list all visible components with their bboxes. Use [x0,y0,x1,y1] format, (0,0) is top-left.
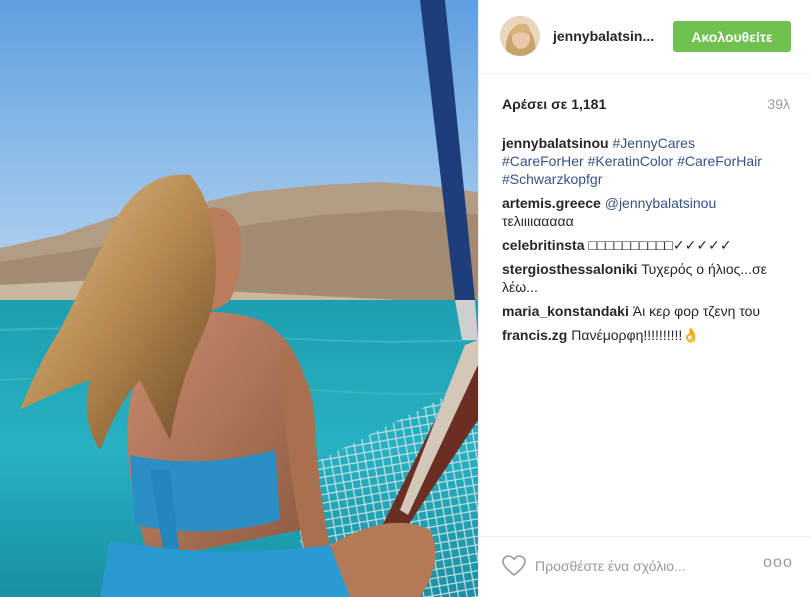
comment-input[interactable] [535,555,755,577]
hashtag[interactable]: #Schwarzkopfgr [502,171,602,187]
comment-text: Άι κερ φορ τζενη του [632,303,761,319]
likes-count[interactable]: Αρέσει σε 1,181 [502,96,606,112]
comment-user[interactable]: artemis.greece [502,195,601,211]
post-side-panel: jennybalatsin... Ακολουθείτε Αρέσει σε 1… [478,0,811,597]
hashtag[interactable]: #CareForHair [677,153,762,169]
heart-icon[interactable] [502,555,526,577]
hashtag[interactable]: #KeratinColor [588,153,674,169]
comment-user[interactable]: celebritinsta [502,237,584,253]
comment: stergiosthessaloniki Τυχερός ο ήλιος...σ… [502,260,792,296]
post-header: jennybalatsin... Ακολουθείτε [479,0,811,74]
comment-text: □□□□□□□□□□✓✓✓✓✓ [588,237,732,253]
hashtag[interactable]: #JennyCares [612,135,695,151]
mention[interactable]: @jennybalatsinou [605,195,717,211]
username[interactable]: jennybalatsin... [553,28,654,44]
post-photo[interactable] [0,0,478,597]
more-options-icon[interactable]: ooo [763,554,793,574]
comment-user[interactable]: maria_konstandaki [502,303,629,319]
comment: artemis.greece @jennybalatsinou τελιιιια… [502,194,792,230]
comment-user[interactable]: jennybalatsinou [502,135,609,151]
likes-row: Αρέσει σε 1,181 39λ [502,96,790,114]
following-button[interactable]: Ακολουθείτε [673,21,791,52]
comment-text: Πανέμορφη!!!!!!!!!!👌 [571,327,700,343]
caption: jennybalatsinou #JennyCares #CareForHer … [502,134,792,188]
comments-list: jennybalatsinou #JennyCares #CareForHer … [502,134,792,350]
avatar[interactable] [500,16,540,56]
post-time[interactable]: 39λ [767,96,790,112]
comment-text: τελιιιιααααα [502,213,574,229]
comment: francis.zg Πανέμορφη!!!!!!!!!!👌 [502,326,792,344]
comment: maria_konstandaki Άι κερ φορ τζενη του [502,302,792,320]
hashtag[interactable]: #CareForHer [502,153,584,169]
comment: celebritinsta □□□□□□□□□□✓✓✓✓✓ [502,236,792,254]
comment-user[interactable]: stergiosthessaloniki [502,261,637,277]
comment-footer: ooo [479,536,811,597]
woman-top [130,450,280,532]
comment-user[interactable]: francis.zg [502,327,567,343]
